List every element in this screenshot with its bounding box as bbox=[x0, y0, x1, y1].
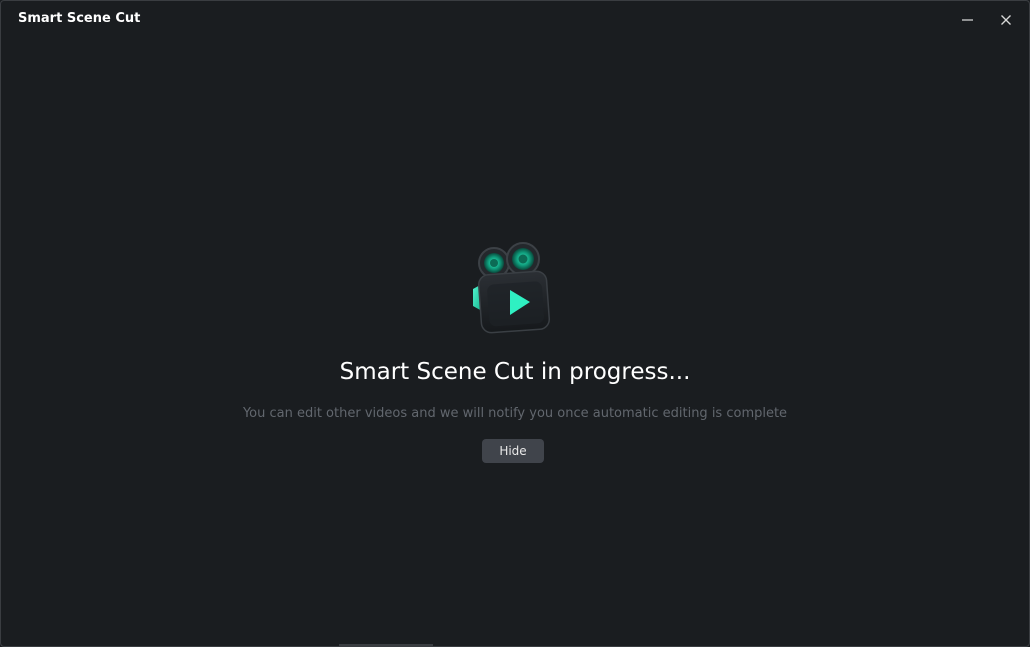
hide-button[interactable]: Hide bbox=[482, 439, 544, 463]
progress-heading: Smart Scene Cut in progress... bbox=[339, 359, 691, 385]
minimize-icon bbox=[962, 19, 973, 21]
progress-description: You can edit other videos and we will no… bbox=[242, 406, 788, 421]
minimize-button[interactable] bbox=[954, 7, 980, 33]
close-icon bbox=[1001, 15, 1011, 25]
smart-scene-cut-dialog: Smart Scene Cut Smart Scene Cut in progr… bbox=[0, 0, 1030, 647]
title-bar[interactable]: Smart Scene Cut bbox=[1, 1, 1029, 39]
progress-panel: Smart Scene Cut in progress... You can e… bbox=[1, 39, 1029, 639]
video-camera-icon bbox=[473, 242, 551, 334]
close-button[interactable] bbox=[993, 7, 1019, 33]
window-title: Smart Scene Cut bbox=[18, 11, 141, 26]
